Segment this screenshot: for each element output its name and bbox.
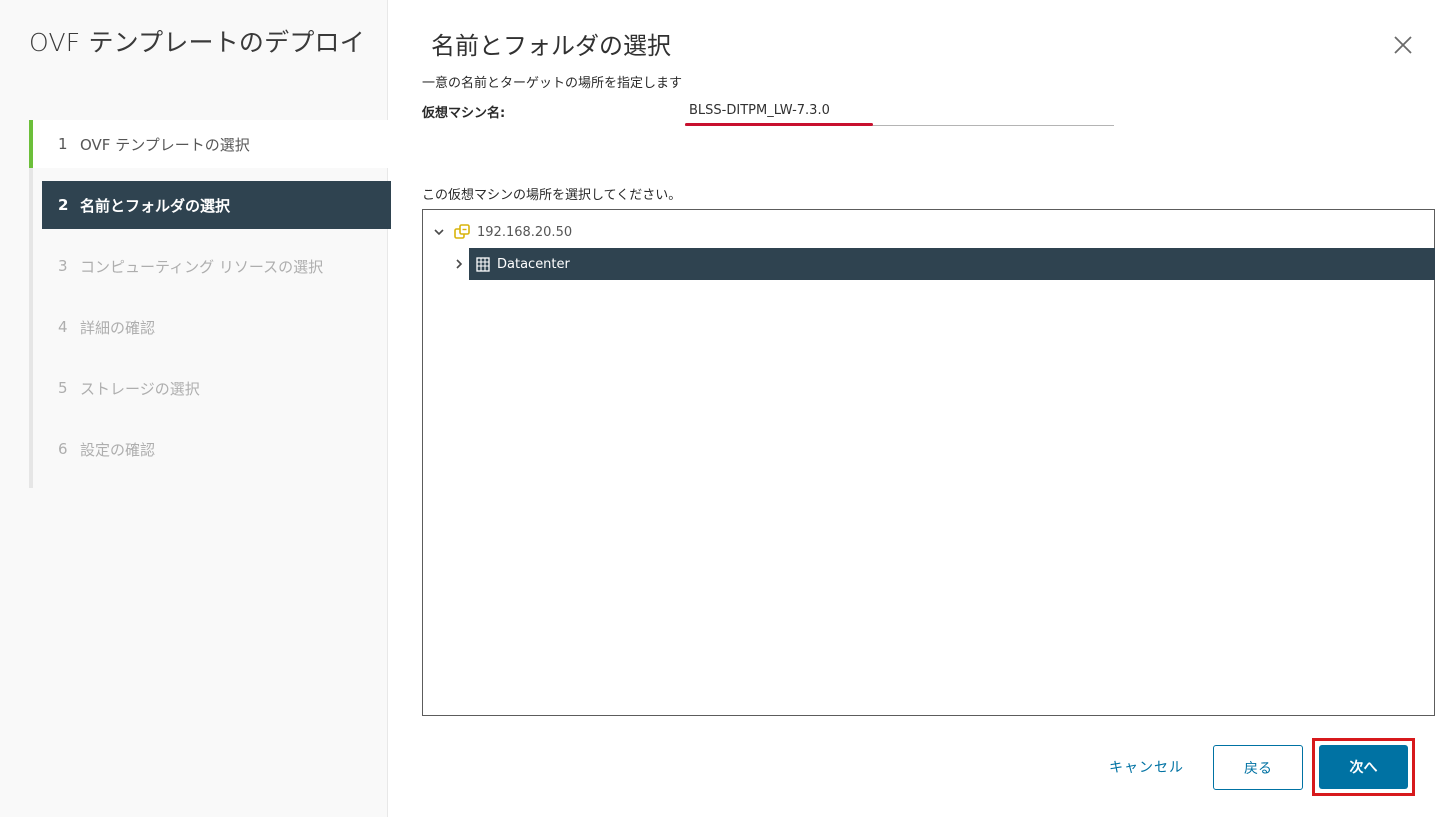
wizard-main: 名前とフォルダの選択 一意の名前とターゲットの場所を指定します 仮想マシン名: … <box>388 0 1436 817</box>
cancel-button[interactable]: キャンセル <box>1109 746 1184 790</box>
step-label: OVF テンプレートの選択 <box>80 135 250 154</box>
chevron-down-icon[interactable] <box>431 224 447 240</box>
tree-node-host[interactable]: 192.168.20.50 <box>431 216 572 248</box>
deploy-ovf-dialog: OVF テンプレートのデプロイ 1 OVF テンプレートの選択 2 名前とフォル… <box>0 0 1436 817</box>
step-number: 6 <box>58 440 68 458</box>
close-icon <box>1394 36 1412 54</box>
wizard-step-6: 6 設定の確認 <box>33 425 388 473</box>
location-label: この仮想マシンの場所を選択してください。 <box>422 188 682 203</box>
wizard-step-1[interactable]: 1 OVF テンプレートの選択 <box>29 120 392 168</box>
step-label: ストレージの選択 <box>80 379 200 398</box>
wizard-title: OVF テンプレートのデプロイ <box>29 28 365 57</box>
page-title: 名前とフォルダの選択 <box>431 32 671 60</box>
next-button[interactable]: 次へ <box>1319 745 1408 789</box>
wizard-steps: 1 OVF テンプレートの選択 2 名前とフォルダの選択 3 コンピューティング… <box>29 120 392 488</box>
step-label: 詳細の確認 <box>80 318 156 337</box>
vcenter-host-icon <box>453 223 471 241</box>
chevron-right-icon[interactable] <box>451 248 467 280</box>
location-tree: 192.168.20.50 Datacenter <box>422 209 1435 716</box>
step-label: 設定の確認 <box>80 440 156 459</box>
page-subtitle: 一意の名前とターゲットの場所を指定します <box>422 76 683 91</box>
wizard-step-5: 5 ストレージの選択 <box>33 364 388 412</box>
wizard-sidebar: OVF テンプレートのデプロイ 1 OVF テンプレートの選択 2 名前とフォル… <box>0 0 392 817</box>
next-button-annotation-frame: 次へ <box>1312 738 1415 796</box>
step-number: 2 <box>58 196 69 214</box>
step-number: 5 <box>58 379 68 397</box>
wizard-step-2[interactable]: 2 名前とフォルダの選択 <box>42 181 391 229</box>
wizard-step-3: 3 コンピューティング リソースの選択 <box>33 242 388 290</box>
step-number: 3 <box>58 257 68 275</box>
tree-node-label: Datacenter <box>497 256 570 272</box>
wizard-step-4: 4 詳細の確認 <box>33 303 388 351</box>
datacenter-icon <box>475 256 491 272</box>
step-number: 1 <box>58 135 68 153</box>
vm-name-annotation-underline <box>685 123 873 126</box>
step-label: 名前とフォルダの選択 <box>80 196 231 215</box>
step-number: 4 <box>58 318 68 336</box>
step-label: コンピューティング リソースの選択 <box>80 257 324 276</box>
tree-node-label: 192.168.20.50 <box>477 224 573 240</box>
tree-node-datacenter[interactable]: Datacenter <box>469 248 1435 280</box>
back-button[interactable]: 戻る <box>1213 745 1303 790</box>
vm-name-field-wrap <box>685 96 1114 126</box>
vm-name-label: 仮想マシン名: <box>422 106 506 121</box>
close-button[interactable] <box>1390 32 1416 58</box>
vm-name-input[interactable] <box>685 96 1114 124</box>
